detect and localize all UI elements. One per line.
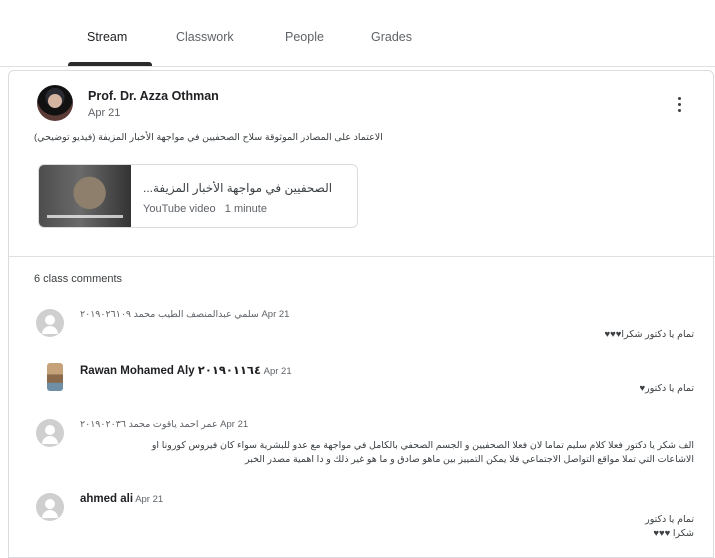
class-comments-count[interactable]: 6 class comments <box>34 273 122 285</box>
comment-text: الف شكر يا دكتور فعلا كلام سليم تماما لا… <box>34 439 694 467</box>
comment-line: الف شكر يا دكتور فعلا كلام سليم تماما لا… <box>151 440 694 451</box>
comment-text: تمام يا دكتور♥ <box>34 383 695 394</box>
divider <box>9 256 715 257</box>
attachment-meta: YouTube video 1 minute <box>143 203 267 215</box>
comment-header: سلمي عبدالمنصف الطيب محمد ٢٠١٩٠٢٦١٠٩ Apr… <box>80 309 600 320</box>
comment-date: Apr 21 <box>261 309 290 320</box>
comment-header: ahmed ali Apr 21 <box>80 493 600 505</box>
post-date: Apr 21 <box>88 107 121 119</box>
youtube-attachment-card[interactable]: الصحفيين في مواجهة الأخبار المزيفة... Yo… <box>38 164 358 228</box>
comment-date: Apr 21 <box>263 366 292 377</box>
attachment-title[interactable]: الصحفيين في مواجهة الأخبار المزيفة... <box>143 181 348 195</box>
comment-date: Apr 21 <box>135 494 164 505</box>
tab-classwork[interactable]: Classwork <box>176 30 234 44</box>
stream-post-card: Prof. Dr. Azza Othman Apr 21 الاعتماد عل… <box>8 70 715 558</box>
video-progress-bar <box>47 215 123 218</box>
tab-grades[interactable]: Grades <box>371 30 412 44</box>
comment-line: تمام يا دكتور <box>645 514 694 525</box>
author-avatar <box>37 85 73 121</box>
tab-people[interactable]: People <box>285 30 324 44</box>
comment-text: تمام يا دكتور شكرا ♥♥♥ <box>34 513 694 541</box>
attachment-duration: 1 minute <box>224 203 267 215</box>
comment-author: عمر احمد ياقوت محمد ٢٠١٩٠٢٠٣٦ <box>80 419 218 430</box>
post-author-name: Prof. Dr. Azza Othman <box>88 89 219 103</box>
comment-line: تمام يا دكتور شكرا♥♥♥ <box>604 329 695 340</box>
comment-line: تمام يا دكتور♥ <box>639 383 695 394</box>
comment-header: Rawan Mohamed Aly ٢٠١٩٠١١٦٤ Apr 21 <box>80 363 600 377</box>
active-tab-indicator <box>68 62 152 66</box>
comment-date: Apr 21 <box>220 419 249 430</box>
comment-line: الاشاعات التي تملا مواقع التواصل الاجتما… <box>244 454 694 465</box>
comment-line: شكرا ♥♥♥ <box>653 528 694 539</box>
comment-author: سلمي عبدالمنصف الطيب محمد ٢٠١٩٠٢٦١٠٩ <box>80 309 259 320</box>
comment-header: عمر احمد ياقوت محمد ٢٠١٩٠٢٠٣٦ Apr 21 <box>80 419 600 430</box>
comment-author: ahmed ali <box>80 493 134 505</box>
top-nav-tabs: Stream Classwork People Grades <box>0 0 715 67</box>
comment-author: Rawan Mohamed Aly ٢٠١٩٠١١٦٤ <box>80 365 261 377</box>
post-text: الاعتماد على المصادر الموثوقة سلاح الصحف… <box>34 132 383 143</box>
more-options-icon[interactable] <box>673 95 687 113</box>
attachment-type: YouTube video <box>143 203 216 215</box>
tab-stream[interactable]: Stream <box>87 30 127 44</box>
comment-text: تمام يا دكتور شكرا♥♥♥ <box>34 329 695 340</box>
video-thumbnail <box>39 165 131 227</box>
